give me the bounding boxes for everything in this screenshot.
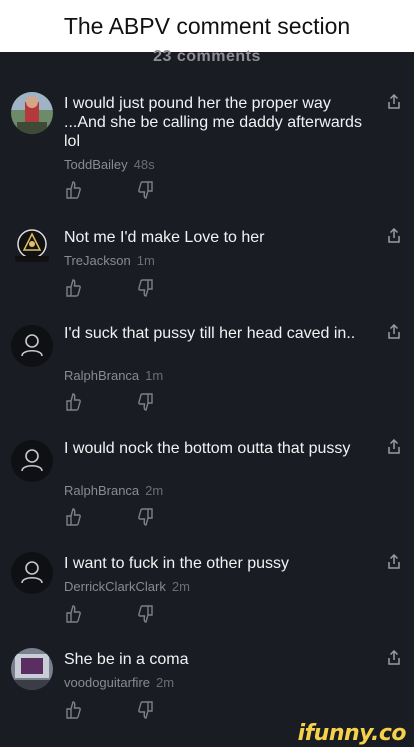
comment-meta: ToddBailey 48s bbox=[64, 157, 155, 172]
comment-time: 2m bbox=[145, 483, 164, 498]
comment-username[interactable]: RalphBranca bbox=[64, 368, 139, 383]
comment-time: 1m bbox=[136, 253, 155, 268]
default-avatar[interactable] bbox=[11, 325, 53, 367]
comment-text: I would just pound her the proper way ..… bbox=[64, 95, 362, 150]
comment-text: I'd suck that pussy till her head caved … bbox=[64, 325, 356, 342]
comment-username[interactable]: ToddBailey bbox=[64, 157, 128, 172]
comment-text: She be in a coma bbox=[64, 651, 189, 668]
comment-username[interactable]: DerrickClarkClark bbox=[64, 579, 166, 594]
user-logo-avatar[interactable] bbox=[11, 226, 53, 268]
thumbs-up-icon[interactable] bbox=[64, 507, 82, 527]
meme-caption: The ABPV comment section bbox=[0, 0, 414, 52]
thumbs-down-icon[interactable] bbox=[137, 604, 155, 624]
share-icon[interactable] bbox=[387, 554, 401, 570]
comment-time: 1m bbox=[145, 368, 164, 383]
comment-meta: voodoguitarfire 2m bbox=[64, 675, 174, 690]
comment-meta: RalphBranca 1m bbox=[64, 368, 163, 383]
share-icon[interactable] bbox=[387, 439, 401, 455]
thumbs-down-icon[interactable] bbox=[137, 507, 155, 527]
share-icon[interactable] bbox=[387, 94, 401, 110]
default-avatar[interactable] bbox=[11, 440, 53, 482]
thumbs-up-icon[interactable] bbox=[64, 392, 82, 412]
ifunny-watermark: ifunny.co bbox=[297, 721, 407, 746]
share-icon[interactable] bbox=[387, 650, 401, 666]
comment-time: 2m bbox=[156, 675, 175, 690]
thumbs-up-icon[interactable] bbox=[64, 278, 82, 298]
share-icon[interactable] bbox=[387, 228, 401, 244]
comment-text: Not me I'd make Love to her bbox=[64, 229, 265, 246]
thumbs-down-icon[interactable] bbox=[137, 180, 155, 200]
default-avatar[interactable] bbox=[11, 552, 53, 594]
thumbs-down-icon[interactable] bbox=[137, 700, 155, 720]
comment-username[interactable]: voodoguitarfire bbox=[64, 675, 150, 690]
comment-time: 48s bbox=[133, 157, 155, 172]
thumbs-up-icon[interactable] bbox=[64, 604, 82, 624]
comment-meta: RalphBranca 2m bbox=[64, 483, 163, 498]
share-icon[interactable] bbox=[387, 324, 401, 340]
thumbs-down-icon[interactable] bbox=[137, 278, 155, 298]
comment-username[interactable]: TreJackson bbox=[64, 253, 131, 268]
comment-count: 23 comments bbox=[153, 48, 261, 65]
comment-username[interactable]: RalphBranca bbox=[64, 483, 139, 498]
comment-text: I would nock the bottom outta that pussy bbox=[64, 440, 351, 457]
comment-meta: TreJackson 1m bbox=[64, 253, 155, 268]
user-photo-avatar[interactable] bbox=[11, 92, 53, 134]
comment-text: I want to fuck in the other pussy bbox=[64, 555, 290, 572]
thumbs-up-icon[interactable] bbox=[64, 700, 82, 720]
user-photo-avatar[interactable] bbox=[11, 648, 53, 690]
comment-time: 2m bbox=[171, 579, 190, 594]
comment-meta: DerrickClarkClark 2m bbox=[64, 579, 190, 594]
thumbs-down-icon[interactable] bbox=[137, 392, 155, 412]
thumbs-up-icon[interactable] bbox=[64, 180, 82, 200]
